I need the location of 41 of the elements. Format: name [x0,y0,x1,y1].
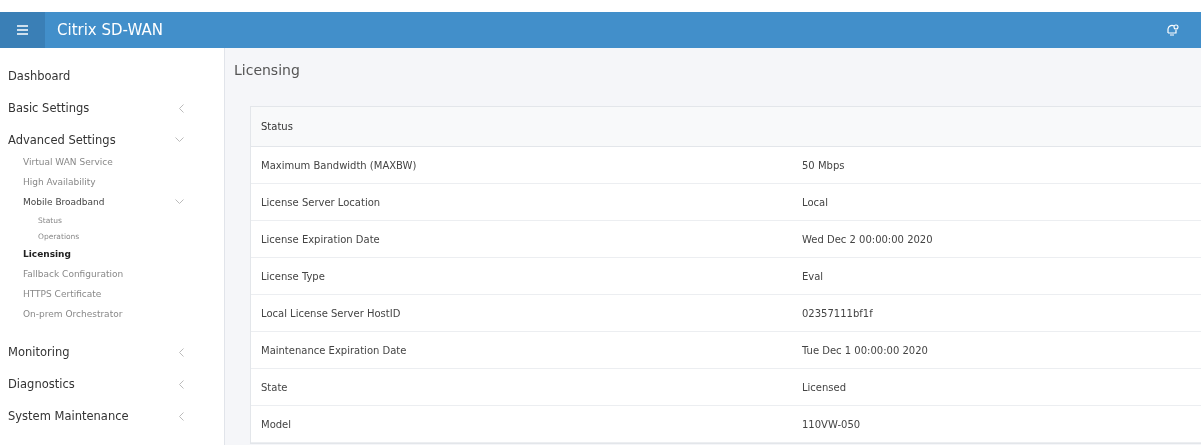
bell-icon[interactable] [1165,23,1179,37]
chevron-left-icon[interactable] [178,411,184,421]
table-cell-text: Model [261,418,293,430]
table-cell-text: Eval [802,270,825,282]
table-cell-text: Licensed [802,381,848,393]
chevron-left-icon[interactable] [178,103,184,113]
sidebar-item[interactable]: Licensing [23,249,71,259]
table-cell-text: Maintenance Expiration Date [261,344,408,356]
sidebar-item[interactable]: Monitoring [8,345,70,359]
chevron-left-icon[interactable] [178,347,184,357]
sidebar-item[interactable]: Basic Settings [8,101,90,115]
sidebar-item[interactable]: Fallback Configuration [23,269,124,279]
table-cell-text: 02357111bf1f [802,307,874,319]
sidebar-item[interactable]: On-prem Orchestrator [23,309,123,319]
table-cell-text: License Type [261,270,326,282]
table-cell-text: Maximum Bandwidth (MAXBW) [261,159,418,171]
sidebar-item[interactable]: HTTPS Certificate [23,289,102,299]
table-heading: Status [261,121,293,132]
sidebar-item[interactable]: Virtual WAN Service [23,157,113,167]
table-cell-text: License Expiration Date [261,233,381,245]
menu-icon [17,25,28,35]
table-cell-text: 50 Mbps [802,159,846,171]
table-cell-text: Wed Dec 2 00:00:00 2020 [802,233,934,245]
table-cell-text: 110VW-050 [802,418,862,430]
chevron-down-icon[interactable] [175,199,184,205]
app-title: Citrix SD-WAN [57,21,164,39]
sidebar-item[interactable]: Diagnostics [8,377,75,391]
menu-button[interactable] [0,12,45,48]
chevron-left-icon[interactable] [178,379,184,389]
sidebar-item[interactable]: System Maintenance [8,409,129,423]
table-cell-text: State [261,381,289,393]
sidebar-item[interactable]: High Availability [23,177,96,187]
sidebar-item[interactable]: Advanced Settings [8,133,116,147]
table-cell-text: Local [802,196,829,208]
table-cell-text: Local License Server HostID [261,307,402,319]
chevron-down-icon[interactable] [175,137,184,143]
page-title: Licensing [234,62,301,78]
sidebar-item[interactable]: Dashboard [8,69,71,83]
sidebar-item[interactable]: Mobile Broadband [23,197,105,207]
table-cell-text: License Server Location [261,196,382,208]
table-cell-text: Tue Dec 1 00:00:00 2020 [802,344,929,356]
